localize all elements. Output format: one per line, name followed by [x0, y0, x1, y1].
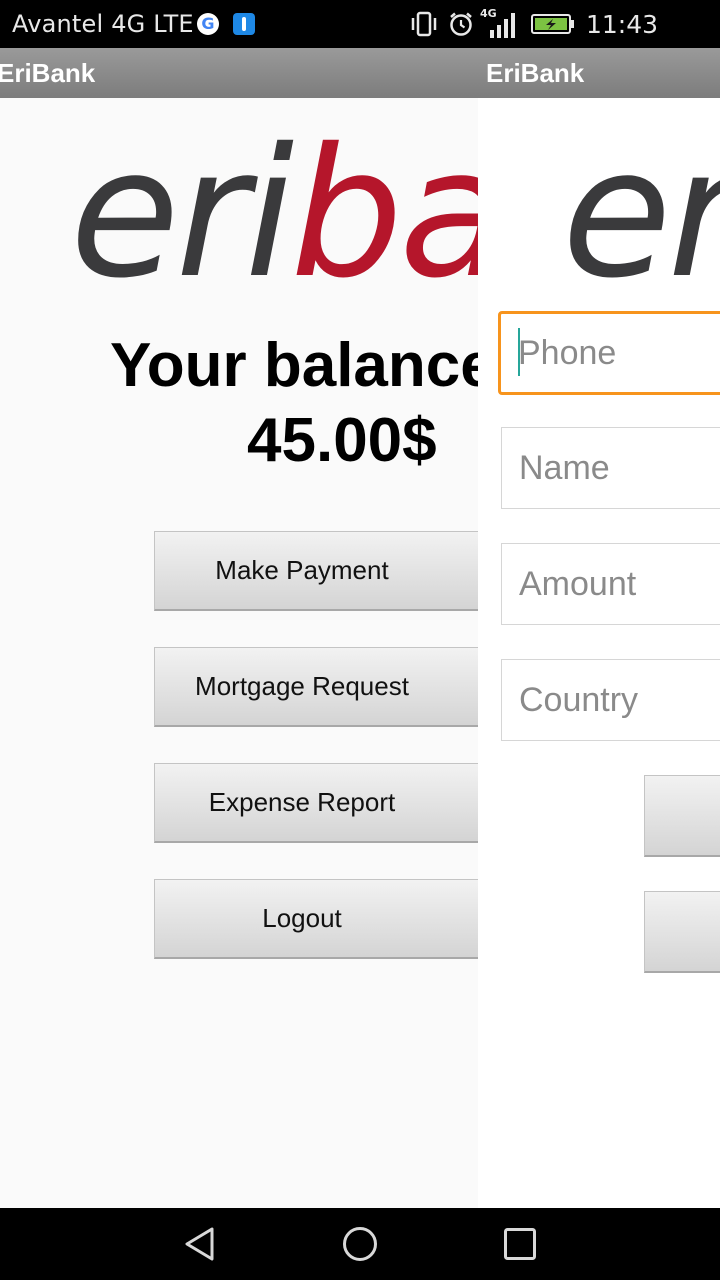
app-bar: EriBank	[0, 48, 478, 98]
logo-text-eri: eri	[562, 110, 720, 317]
make-payment-button[interactable]: Make Payment	[154, 531, 478, 611]
form-button-1[interactable]	[644, 775, 720, 857]
logo-text-bank: bank	[290, 110, 478, 317]
text-cursor	[518, 328, 520, 376]
logout-button[interactable]: Logout	[154, 879, 478, 959]
carrier-label: Avantel 4G LTE	[12, 10, 194, 38]
phone-field[interactable]: Phone	[498, 311, 720, 395]
vibrate-icon	[411, 11, 437, 37]
name-field[interactable]: Name	[501, 427, 720, 509]
country-placeholder: Country	[519, 681, 639, 719]
home-icon[interactable]	[342, 1226, 378, 1262]
mortgage-request-button[interactable]: Mortgage Request	[154, 647, 478, 727]
status-bar: Avantel 4G LTE G 4G 11:43 a.m.	[0, 0, 720, 68]
google-icon: G	[197, 13, 219, 35]
payment-screen: EriBank eribank Phone Name Amount Countr…	[478, 48, 720, 1208]
balance-screen: EriBank eribank Your balance is: 45.00$ …	[0, 48, 478, 1208]
recents-icon[interactable]	[502, 1226, 538, 1262]
app-bar: EriBank	[478, 48, 720, 98]
name-placeholder: Name	[519, 449, 610, 487]
app-title: EriBank	[486, 58, 585, 88]
amount-field[interactable]: Amount	[501, 543, 720, 625]
amount-placeholder: Amount	[519, 565, 637, 603]
country-field[interactable]: Country	[501, 659, 720, 741]
balance-amount: 45.00$	[247, 406, 437, 475]
alarm-icon	[450, 12, 472, 36]
usb-icon	[233, 13, 255, 35]
phone-placeholder: Phone	[518, 334, 617, 372]
eribank-logo: eribank	[70, 110, 478, 317]
logo-text-eri: eri	[70, 110, 294, 317]
balance-label: Your balance is:	[110, 331, 478, 400]
form-button-2[interactable]	[644, 891, 720, 973]
eribank-logo: eribank	[562, 110, 720, 317]
signal-icon: 4G	[480, 7, 515, 38]
back-icon[interactable]	[182, 1226, 218, 1262]
app-title: EriBank	[0, 58, 96, 88]
network-type-label: 4G	[480, 7, 497, 20]
battery-charging-icon	[531, 14, 574, 34]
expense-report-button[interactable]: Expense Report	[154, 763, 478, 843]
navigation-bar	[0, 1208, 720, 1280]
